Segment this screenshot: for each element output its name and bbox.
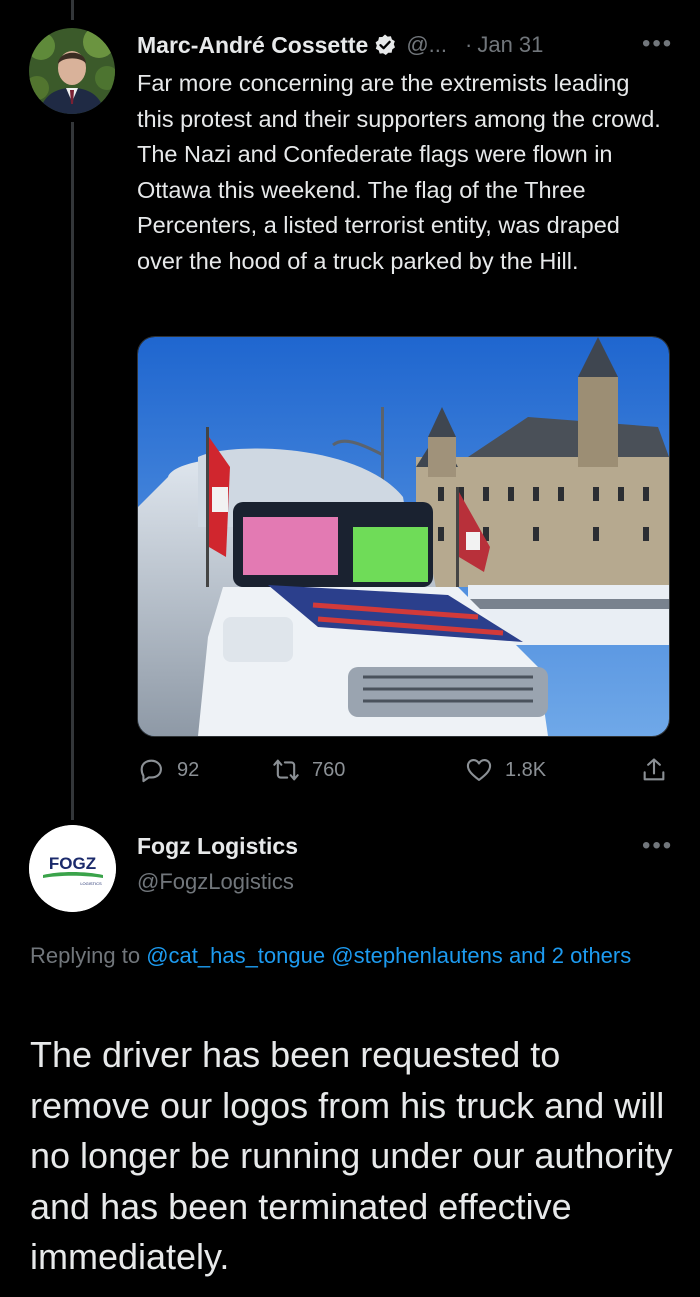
retweet-icon	[273, 759, 299, 781]
mention-cat-has-tongue[interactable]: @cat_has_tongue	[146, 943, 325, 968]
tweet2-text: The driver has been requested to remove …	[30, 1034, 673, 1277]
mention-others[interactable]: and 2 others	[509, 943, 631, 968]
tweet-date[interactable]: Jan 31	[477, 32, 543, 58]
fogz-logo-text: FOGZ	[49, 854, 96, 873]
more-options-icon-2[interactable]: •••	[642, 832, 673, 860]
mention-stephenlautens[interactable]: @stephenlautens	[331, 943, 503, 968]
author-avatar[interactable]	[29, 28, 115, 114]
share-icon	[643, 758, 665, 781]
tweet-photo[interactable]	[137, 336, 670, 737]
more-options-icon[interactable]: •••	[642, 30, 673, 58]
verified-badge-icon	[374, 34, 396, 56]
thread-line-top	[71, 0, 74, 20]
tweet1-header: Marc-André Cossette @... · Jan 31	[137, 30, 543, 60]
reply-count: 92	[177, 758, 200, 781]
replying-prefix: Replying to	[30, 943, 147, 968]
date-separator: ·	[465, 32, 473, 57]
author-handle[interactable]: @...	[406, 32, 447, 58]
like-icon	[466, 759, 492, 781]
like-count: 1.8K	[505, 758, 547, 781]
reply-button[interactable]: 92	[137, 756, 199, 784]
fogz-author-name[interactable]: Fogz Logistics	[137, 833, 298, 860]
fogz-logo-subtext: LOGISTICS	[80, 881, 102, 886]
retweet-count: 760	[312, 758, 346, 781]
replying-to: Replying to @cat_has_tongue @stephenlaut…	[30, 938, 670, 974]
thread-line	[71, 122, 74, 820]
fogz-avatar[interactable]: FOGZ LOGISTICS	[29, 825, 116, 912]
tweet-actions: 92 760 1.8K	[137, 756, 670, 796]
fogz-author-handle[interactable]: @FogzLogistics	[137, 869, 294, 895]
retweet-button[interactable]: 760	[272, 756, 345, 784]
tweet1-text: Far more concerning are the extremists l…	[137, 70, 661, 274]
author-name[interactable]: Marc-André Cossette	[137, 32, 368, 59]
like-button[interactable]: 1.8K	[465, 756, 546, 784]
share-button[interactable]	[640, 756, 668, 784]
reply-icon	[140, 759, 162, 783]
